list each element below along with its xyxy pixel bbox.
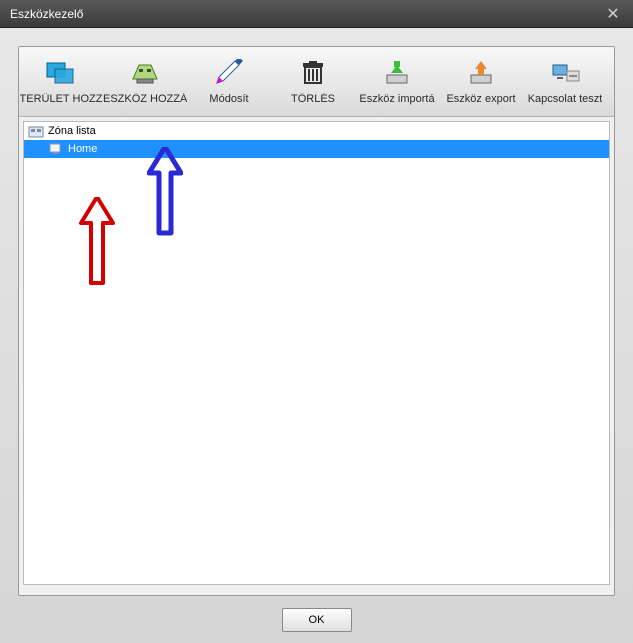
tree-item-label: Home bbox=[68, 143, 97, 155]
toolbar-label: Kapcsolat teszt bbox=[528, 93, 603, 105]
toolbar-label: ESZKÖZ HOZZÁ bbox=[103, 93, 187, 105]
toolbar-label: TÖRLÉS bbox=[291, 93, 335, 105]
device-icon bbox=[48, 142, 64, 156]
connection-test-icon bbox=[549, 59, 581, 87]
window-title: Eszközkezelő bbox=[10, 7, 603, 21]
toolbar-label: Eszköz importá bbox=[359, 93, 434, 105]
toolbar: TERÜLET HOZZ ESZKÖZ HOZZÁ bbox=[19, 47, 614, 117]
delete-button[interactable]: TÖRLÉS bbox=[271, 47, 355, 116]
tree-root-item[interactable]: Zóna lista bbox=[24, 122, 609, 140]
toolbar-label: Eszköz export bbox=[446, 93, 515, 105]
close-icon[interactable]: ✕ bbox=[603, 4, 623, 24]
client-area: TERÜLET HOZZ ESZKÖZ HOZZÁ bbox=[0, 28, 633, 632]
device-add-icon bbox=[129, 59, 161, 87]
zone-tree[interactable]: Zóna lista Home bbox=[23, 121, 610, 585]
footer: OK bbox=[18, 608, 615, 632]
edit-icon bbox=[213, 59, 245, 87]
zone-list-icon bbox=[28, 124, 44, 138]
export-icon bbox=[465, 59, 497, 87]
import-icon bbox=[381, 59, 413, 87]
import-button[interactable]: Eszköz importá bbox=[355, 47, 439, 116]
toolbar-label: TERÜLET HOZZ bbox=[20, 93, 103, 105]
ok-button[interactable]: OK bbox=[282, 608, 352, 632]
connection-test-button[interactable]: Kapcsolat teszt bbox=[523, 47, 607, 116]
area-add-icon bbox=[45, 59, 77, 87]
edit-button[interactable]: Módosít bbox=[187, 47, 271, 116]
tree-item-home[interactable]: Home bbox=[24, 140, 609, 158]
delete-icon bbox=[297, 59, 329, 87]
device-add-button[interactable]: ESZKÖZ HOZZÁ bbox=[103, 47, 187, 116]
titlebar: Eszközkezelő ✕ bbox=[0, 0, 633, 28]
toolbar-label: Módosít bbox=[209, 93, 248, 105]
tree-root-label: Zóna lista bbox=[48, 125, 96, 137]
area-add-button[interactable]: TERÜLET HOZZ bbox=[19, 47, 103, 116]
export-button[interactable]: Eszköz export bbox=[439, 47, 523, 116]
main-panel: TERÜLET HOZZ ESZKÖZ HOZZÁ bbox=[18, 46, 615, 596]
